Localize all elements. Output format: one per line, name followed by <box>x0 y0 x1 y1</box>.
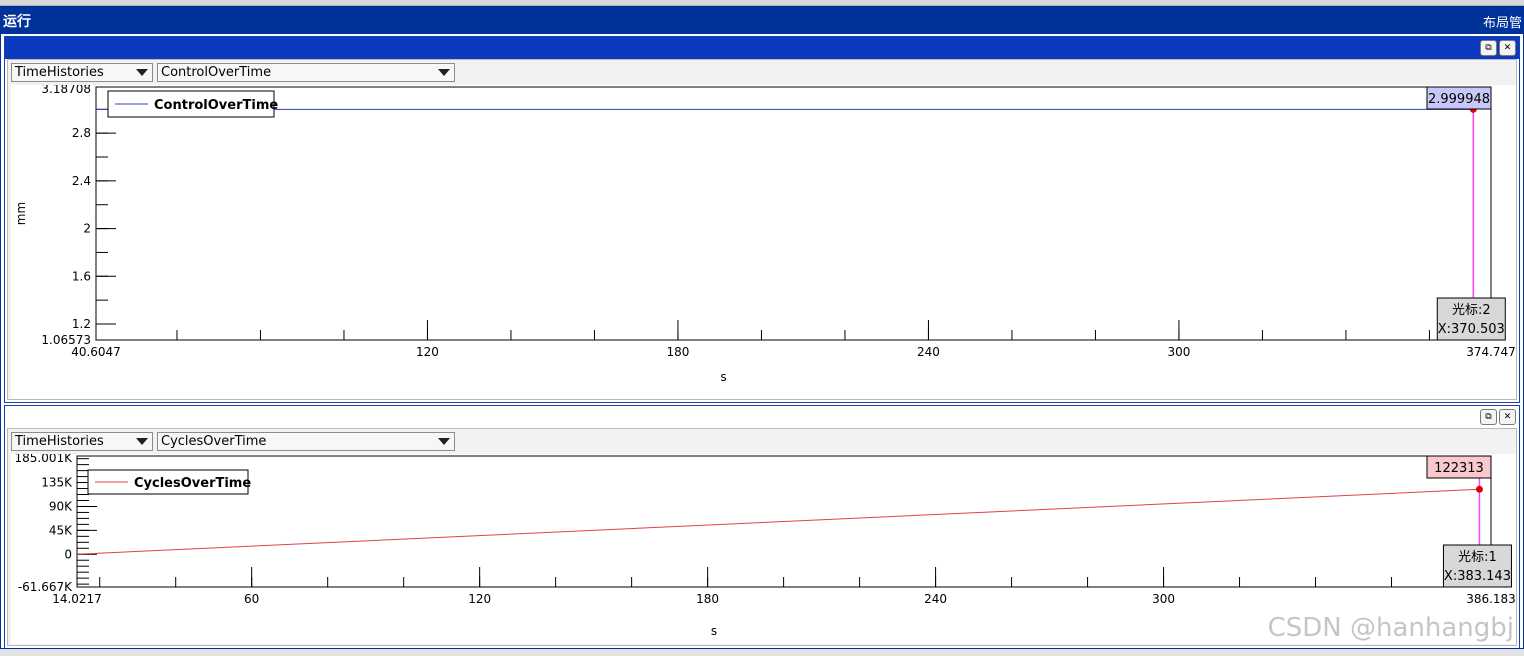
x-tick-label: 120 <box>416 345 439 359</box>
bottom-tab-strip <box>0 648 1524 656</box>
y-tick-label: 90K <box>49 499 73 513</box>
y-tick-label: 3.18708 <box>41 85 91 96</box>
y-tick-label: 1.6 <box>72 269 91 283</box>
y-tick-label: 0 <box>64 547 72 561</box>
restore-icon[interactable]: ⧉ <box>1480 40 1497 56</box>
channel-select[interactable]: ControlOverTime <box>157 63 455 82</box>
y-tick-label: 2.8 <box>72 126 91 140</box>
category-select-value: TimeHistories <box>15 65 104 80</box>
plot-frame <box>95 86 1492 341</box>
cursor-info-line2: X:370.503 <box>1438 322 1505 337</box>
cursor-point <box>1475 485 1483 493</box>
y-tick-label: 2 <box>83 222 91 236</box>
chevron-down-icon <box>136 438 148 445</box>
category-select[interactable]: TimeHistories <box>11 432 153 451</box>
y-tick-label: 2.4 <box>72 174 91 188</box>
x-tick-label: 120 <box>468 592 491 606</box>
x-tick-label: 374.747 <box>1466 345 1516 359</box>
y-tick-label: 135K <box>41 476 73 490</box>
x-tick-label: 240 <box>917 345 940 359</box>
line-chart[interactable]: 3.187082.82.421.61.21.0657340.6047 120 180… <box>11 82 1516 399</box>
legend-label: CyclesOverTime <box>134 476 251 491</box>
restore-icon[interactable]: ⧉ <box>1480 409 1497 425</box>
x-tick-label: 60 <box>244 592 259 606</box>
window-title: 运行 <box>3 14 31 30</box>
channel-select-value: ControlOverTime <box>161 65 272 80</box>
cursor-value-label: 2.999948 <box>1428 92 1490 107</box>
x-tick-label: 180 <box>667 345 690 359</box>
close-icon[interactable]: ✕ <box>1499 40 1516 56</box>
x-axis-label: s <box>711 624 717 638</box>
close-icon[interactable]: ✕ <box>1499 409 1516 425</box>
cursor-value-label: 122313 <box>1434 461 1484 476</box>
panel-header: ⧉ ✕ <box>5 37 1519 59</box>
run-window-titlebar: 运行 布局管 <box>0 6 1524 34</box>
y-tick-label: 1.2 <box>72 317 91 331</box>
y-axis-label: mm <box>14 202 28 225</box>
channel-select[interactable]: CyclesOverTime <box>157 432 455 451</box>
chart-area[interactable]: 3.18708 2.8 2.4 2 1.6 1.2 1.06573 40.6047 120 180… <box>11 82 1516 399</box>
chevron-down-icon <box>136 69 148 76</box>
cursor-info-line1: 光标:2 <box>1452 303 1491 318</box>
cursor-info-line2: X:383.143 <box>1444 569 1511 584</box>
watermark: CSDN @hanhangbj <box>1267 613 1514 643</box>
x-axis-label: s <box>720 370 726 384</box>
x-tick-label: 14.0217 <box>52 592 102 606</box>
x-tick-label: 40.6047 <box>71 345 121 359</box>
panel-header: ⧉ ✕ <box>5 406 1519 428</box>
plot-dock: ⧉ ✕ TimeHistories ControlOverTime 3.1870… <box>0 34 1524 656</box>
category-select-value: TimeHistories <box>15 434 104 449</box>
legend-label: ControlOverTime <box>154 98 278 113</box>
channel-select-value: CyclesOverTime <box>161 434 267 449</box>
x-tick-label: 300 <box>1167 345 1190 359</box>
cursor-info-line1: 光标:1 <box>1458 550 1497 565</box>
chevron-down-icon <box>438 69 450 76</box>
x-tick-label: 180 <box>696 592 719 606</box>
chevron-down-icon <box>438 438 450 445</box>
plot-panel-control: ⧉ ✕ TimeHistories ControlOverTime 3.1870… <box>4 36 1520 403</box>
y-tick-label: 45K <box>49 523 73 537</box>
panel-body: TimeHistories ControlOverTime 3.18708 2.8… <box>7 59 1517 400</box>
x-tick-label: 240 <box>924 592 947 606</box>
layout-manager-label[interactable]: 布局管 <box>1483 12 1522 31</box>
y-tick-label: 185.001K <box>15 454 74 465</box>
category-select[interactable]: TimeHistories <box>11 63 153 82</box>
x-tick-label: 300 <box>1152 592 1175 606</box>
x-tick-label: 386.183 <box>1466 592 1516 606</box>
